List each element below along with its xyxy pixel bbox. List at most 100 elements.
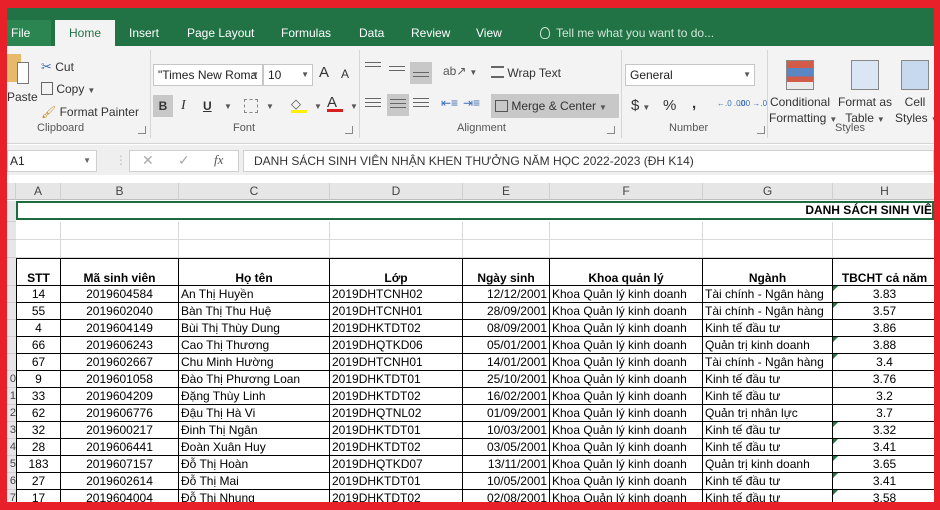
empty-cell[interactable] xyxy=(463,222,550,240)
row-header[interactable] xyxy=(7,258,16,286)
empty-cell[interactable] xyxy=(16,222,61,240)
column-header-d[interactable]: D xyxy=(330,183,463,200)
data-cell[interactable]: An Thị Huyền xyxy=(179,286,330,303)
align-right-icon[interactable] xyxy=(413,98,429,110)
font-size-dropdown[interactable]: 10 ▼ xyxy=(263,64,313,86)
empty-cell[interactable] xyxy=(61,240,179,258)
data-cell[interactable]: 2019DHKTDT02 xyxy=(330,320,463,337)
column-header-c[interactable]: C xyxy=(179,183,330,200)
error-indicator-icon[interactable] xyxy=(833,303,838,308)
data-cell[interactable]: 16/02/2001 xyxy=(463,388,550,405)
data-cell[interactable]: Bùi Thị Thùy Dung xyxy=(179,320,330,337)
tab-review[interactable]: Review xyxy=(405,24,456,46)
data-cell[interactable]: Đoàn Xuân Huy xyxy=(179,439,330,456)
data-cell[interactable]: 2019DHQTKD06 xyxy=(330,337,463,354)
data-cell[interactable]: 2019DHQTKD07 xyxy=(330,456,463,473)
data-cell[interactable]: Khoa Quản lý kinh doanh xyxy=(550,405,703,422)
row-header[interactable] xyxy=(7,354,16,371)
font-launcher[interactable] xyxy=(345,126,353,134)
increase-indent-icon[interactable]: ⇥≡ xyxy=(463,96,480,110)
data-cell[interactable]: 3.86 xyxy=(833,320,934,337)
data-cell[interactable]: 2019604584 xyxy=(61,286,179,303)
empty-cell[interactable] xyxy=(330,240,463,258)
data-cell[interactable]: 2019606776 xyxy=(61,405,179,422)
insert-function-icon[interactable]: fx xyxy=(214,152,223,168)
font-color-dropdown[interactable]: ▼ xyxy=(350,102,358,111)
spreadsheet-grid[interactable]: A B C D E F G H DANH SÁCH SINH VIÊ STT Mã sinh viê… xyxy=(7,183,934,502)
fill-color-dropdown[interactable]: ▼ xyxy=(314,102,322,111)
data-cell[interactable]: 2019DHTCNH01 xyxy=(330,354,463,371)
row-header[interactable]: 3 xyxy=(7,422,16,439)
empty-cell[interactable] xyxy=(179,222,330,240)
data-cell[interactable]: Đỗ Thị Mai xyxy=(179,473,330,490)
data-cell[interactable]: Khoa Quản lý kinh doanh xyxy=(550,439,703,456)
row-header[interactable]: 7 xyxy=(7,490,16,502)
data-cell[interactable]: Quản trị kinh doanh xyxy=(703,456,833,473)
data-cell[interactable]: 2019602614 xyxy=(61,473,179,490)
formula-bar-grip[interactable]: ⋮ xyxy=(115,153,127,167)
data-cell[interactable]: Kinh tế đầu tư xyxy=(703,490,833,502)
data-cell[interactable]: Quản trị nhân lực xyxy=(703,405,833,422)
error-indicator-icon[interactable] xyxy=(833,354,838,359)
align-center-button[interactable] xyxy=(387,94,409,116)
data-cell[interactable]: 12/12/2001 xyxy=(463,286,550,303)
data-cell[interactable]: 25/10/2001 xyxy=(463,371,550,388)
data-cell[interactable]: Khoa Quản lý kinh doanh xyxy=(550,303,703,320)
header-cell[interactable]: Ngành xyxy=(703,258,833,286)
data-cell[interactable]: 3.7 xyxy=(833,405,934,422)
data-cell[interactable]: Khoa Quản lý kinh doanh xyxy=(550,320,703,337)
tab-insert[interactable]: Insert xyxy=(123,24,165,46)
tell-me-search[interactable]: Tell me what you want to do... xyxy=(540,24,714,42)
data-cell[interactable]: 08/09/2001 xyxy=(463,320,550,337)
data-cell[interactable]: 2019DHTCNH02 xyxy=(330,286,463,303)
row-header[interactable] xyxy=(7,320,16,337)
data-cell[interactable]: 03/05/2001 xyxy=(463,439,550,456)
column-header-f[interactable]: F xyxy=(550,183,703,200)
column-header-a[interactable]: A xyxy=(16,183,61,200)
bold-button[interactable]: B xyxy=(153,95,173,117)
data-cell[interactable]: 2019DHKTDT01 xyxy=(330,371,463,388)
data-cell[interactable]: 62 xyxy=(16,405,61,422)
data-cell[interactable]: 13/11/2001 xyxy=(463,456,550,473)
align-left-icon[interactable] xyxy=(365,98,381,110)
data-cell[interactable]: Chu Minh Hường xyxy=(179,354,330,371)
data-cell[interactable]: 10/03/2001 xyxy=(463,422,550,439)
top-align-icon[interactable] xyxy=(365,62,381,74)
error-indicator-icon[interactable] xyxy=(833,422,838,427)
cut-button[interactable]: ✂ Cut xyxy=(41,59,74,75)
data-cell[interactable]: 33 xyxy=(16,388,61,405)
underline-button[interactable]: U xyxy=(203,95,212,117)
cell-styles-button[interactable]: CellStyles▼ xyxy=(895,60,934,128)
borders-icon[interactable] xyxy=(244,99,258,113)
data-cell[interactable]: 2019602667 xyxy=(61,354,179,371)
wrap-text-button[interactable]: Wrap Text xyxy=(491,66,561,80)
bottom-align-button[interactable] xyxy=(410,62,432,84)
data-cell[interactable]: 27 xyxy=(16,473,61,490)
error-indicator-icon[interactable] xyxy=(833,473,838,478)
data-cell[interactable]: Tài chính - Ngân hàng xyxy=(703,354,833,371)
data-cell[interactable]: 2019600217 xyxy=(61,422,179,439)
font-color-button[interactable]: A xyxy=(327,94,343,112)
row-header[interactable]: 2 xyxy=(7,405,16,422)
data-cell[interactable]: 17 xyxy=(16,490,61,502)
borders-dropdown[interactable]: ▼ xyxy=(266,102,274,111)
alignment-launcher[interactable] xyxy=(607,126,615,134)
data-cell[interactable]: Kinh tế đầu tư xyxy=(703,439,833,456)
row-header[interactable] xyxy=(7,337,16,354)
row-header[interactable]: 4 xyxy=(7,439,16,456)
grow-font-button[interactable]: A xyxy=(319,64,329,81)
data-cell[interactable]: 14 xyxy=(16,286,61,303)
italic-button[interactable]: I xyxy=(181,95,197,117)
percent-button[interactable]: % xyxy=(663,97,676,114)
data-cell[interactable]: 2019DHKTDT02 xyxy=(330,388,463,405)
tab-data[interactable]: Data xyxy=(353,24,390,46)
tab-view[interactable]: View xyxy=(470,24,508,46)
empty-cell[interactable] xyxy=(179,240,330,258)
data-cell[interactable]: 2019606243 xyxy=(61,337,179,354)
data-cell[interactable]: Quản trị kinh doanh xyxy=(703,337,833,354)
data-cell[interactable]: Đinh Thị Ngân xyxy=(179,422,330,439)
data-cell[interactable]: 2019604149 xyxy=(61,320,179,337)
data-cell[interactable]: Tài chính - Ngân hàng xyxy=(703,286,833,303)
middle-align-icon[interactable] xyxy=(389,66,405,78)
data-cell[interactable]: Đặng Thùy Linh xyxy=(179,388,330,405)
